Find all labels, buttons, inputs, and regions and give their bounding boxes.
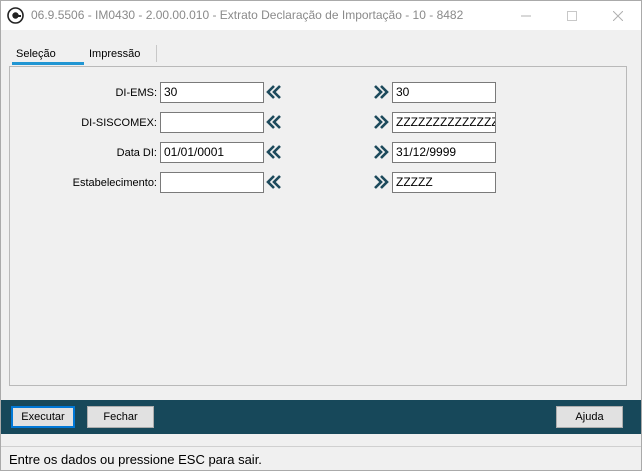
di-siscomex-label: DI-SISCOMEX: xyxy=(81,117,157,129)
tab-impressao[interactable]: Impressão xyxy=(89,46,140,62)
di-siscomex-to-input[interactable]: ZZZZZZZZZZZZZZZ xyxy=(392,112,496,133)
estabelecimento-to-input[interactable]: ZZZZZ xyxy=(392,172,496,193)
tab-selecao[interactable]: Seleção xyxy=(16,46,56,62)
data-di-from-input[interactable]: 01/01/0001 xyxy=(160,142,264,163)
double-chevron-left-icon[interactable] xyxy=(266,85,282,99)
app-logo-icon xyxy=(7,7,24,24)
minimize-icon xyxy=(521,15,531,16)
data-di-label: Data DI: xyxy=(116,147,157,159)
status-bar: Entre os dados ou pressione ESC para sai… xyxy=(1,446,641,470)
double-chevron-right-icon[interactable] xyxy=(373,175,389,189)
executar-button[interactable]: Executar xyxy=(11,406,75,428)
title-bar[interactable]: 06.9.5506 - IM0430 - 2.00.00.010 - Extra… xyxy=(1,1,641,30)
ajuda-button[interactable]: Ajuda xyxy=(556,406,623,428)
di-ems-from-input[interactable]: 30 xyxy=(160,82,264,103)
maximize-button[interactable] xyxy=(549,1,595,30)
window-title: 06.9.5506 - IM0430 - 2.00.00.010 - Extra… xyxy=(31,8,464,22)
tab-divider xyxy=(156,45,157,62)
estabelecimento-label: Estabelecimento: xyxy=(72,177,157,189)
close-button[interactable] xyxy=(595,1,641,30)
status-text: Entre os dados ou pressione ESC para sai… xyxy=(9,452,262,467)
double-chevron-right-icon[interactable] xyxy=(373,145,389,159)
double-chevron-right-icon[interactable] xyxy=(373,115,389,129)
data-di-to-input[interactable]: 31/12/9999 xyxy=(392,142,496,163)
minimize-button[interactable] xyxy=(503,1,549,30)
selection-panel xyxy=(9,66,627,386)
fechar-button[interactable]: Fechar xyxy=(87,406,154,428)
maximize-icon xyxy=(567,10,577,21)
double-chevron-left-icon[interactable] xyxy=(266,175,282,189)
close-icon xyxy=(613,10,623,21)
di-ems-to-input[interactable]: 30 xyxy=(392,82,496,103)
estabelecimento-from-input[interactable] xyxy=(160,172,264,193)
double-chevron-left-icon[interactable] xyxy=(266,115,282,129)
double-chevron-left-icon[interactable] xyxy=(266,145,282,159)
double-chevron-right-icon[interactable] xyxy=(373,85,389,99)
di-ems-label: DI-EMS: xyxy=(115,87,157,99)
active-tab-indicator xyxy=(12,62,84,65)
di-siscomex-from-input[interactable] xyxy=(160,112,264,133)
application-window: 06.9.5506 - IM0430 - 2.00.00.010 - Extra… xyxy=(0,0,642,471)
